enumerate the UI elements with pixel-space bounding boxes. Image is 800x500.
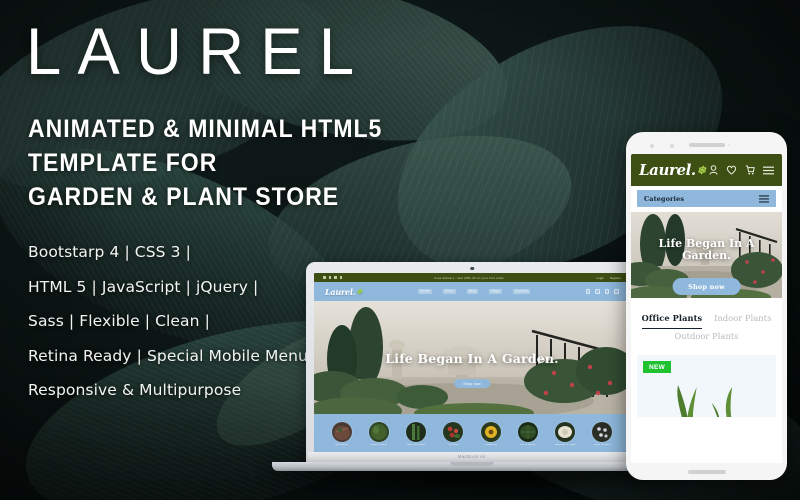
phone-tab-row-1: Office Plants Indoor Plants xyxy=(635,311,778,329)
category-thumbnail xyxy=(443,421,464,442)
tagline: Animated & Minimal HTML5 Template For Ga… xyxy=(28,112,451,214)
laptop-camera-icon xyxy=(470,266,474,270)
category-thumbnail xyxy=(331,421,352,442)
category-item[interactable]: Succulents xyxy=(328,421,355,447)
category-thumbnail xyxy=(368,421,389,442)
category-label: Bamboo & Trees xyxy=(554,444,576,447)
facebook-icon[interactable] xyxy=(323,276,326,279)
laptop-logo-text: Laurel. xyxy=(325,286,356,297)
categories-label: Categories xyxy=(644,194,685,203)
laptop-site-logo[interactable]: Laurel. ❄ xyxy=(325,287,362,297)
tab-outdoor-plants[interactable]: Outdoor Plants xyxy=(674,329,738,345)
laptop-model-label: MacBook Air xyxy=(457,454,487,459)
phone-mockup: Laurel. ❄ Categories Life Began In A Gar… xyxy=(626,132,787,480)
phone-screen: Laurel. ❄ Categories Life Began In A Gar… xyxy=(631,154,782,463)
tagline-line-1: Animated & Minimal HTML5 Template For xyxy=(28,115,383,177)
phone-logo-text: Laurel. xyxy=(639,160,696,179)
laptop-nav-menu[interactable]: Home Shop Blog Page Contact xyxy=(418,288,530,295)
laptop-mockup: Free delivery - Get 20% off on your firs… xyxy=(272,262,672,500)
phone-sensor-icon xyxy=(670,144,674,148)
laptop-social-icons[interactable] xyxy=(323,276,342,279)
laptop-topbar-links[interactable]: Login Register xyxy=(596,276,621,280)
category-item[interactable]: Herb Garden xyxy=(589,421,616,447)
laptop-topbar-note: Free delivery - Get 20% off on your firs… xyxy=(434,275,505,280)
laptop-site-topbar: Free delivery - Get 20% off on your firs… xyxy=(314,273,630,282)
cart-icon[interactable] xyxy=(614,289,619,294)
phone-home-indicator xyxy=(687,470,726,474)
twitter-icon[interactable] xyxy=(328,276,331,279)
phone-tab-row-2: Outdoor Plants xyxy=(635,329,778,345)
category-item[interactable]: Orchids xyxy=(440,421,467,447)
category-label: Succulents xyxy=(334,444,349,447)
status-badge: NEW xyxy=(643,361,672,374)
nav-item-blog[interactable]: Blog xyxy=(466,288,479,295)
laptop-base-notch xyxy=(450,462,494,466)
nav-item-home[interactable]: Home xyxy=(418,288,432,295)
nav-item-page[interactable]: Page xyxy=(489,288,502,295)
instagram-icon[interactable] xyxy=(334,276,337,279)
category-item[interactable]: Cacti Succulent xyxy=(403,421,430,447)
user-icon[interactable] xyxy=(709,165,718,175)
heart-icon[interactable] xyxy=(604,289,610,294)
laptop-shop-now-button[interactable]: Shop now xyxy=(454,379,490,388)
leaf-icon: ❄ xyxy=(356,287,363,296)
phone-led-icon xyxy=(728,144,730,146)
category-thumbnail xyxy=(555,421,576,442)
page-title: LAUREL xyxy=(26,14,371,88)
phone-product-card[interactable]: NEW xyxy=(637,355,776,418)
phone-shop-now-button[interactable]: Shop now xyxy=(672,278,741,295)
nav-item-contact[interactable]: Contact xyxy=(512,288,530,295)
category-item[interactable]: Bamboo & Trees xyxy=(552,421,579,447)
laptop-nav-icons[interactable] xyxy=(585,289,619,294)
category-label: Flowering xyxy=(484,444,497,447)
pinterest-icon[interactable] xyxy=(339,276,342,279)
nav-item-shop[interactable]: Shop xyxy=(442,288,456,295)
category-item[interactable]: Indoor Plants xyxy=(365,421,392,447)
phone-categories-bar[interactable]: Categories xyxy=(637,190,776,207)
category-label: Herb Garden xyxy=(594,444,611,447)
hamburger-icon[interactable] xyxy=(763,166,774,175)
laptop-category-strip: Succulents Indoor Plants Cacti Succulent… xyxy=(314,414,630,454)
leaf-icon: ❄ xyxy=(696,163,706,177)
category-thumbnail xyxy=(517,421,538,442)
category-label: Cacti Succulent xyxy=(406,444,426,447)
phone-header-icons[interactable] xyxy=(709,165,774,175)
hamburger-icon[interactable] xyxy=(759,194,769,203)
register-link[interactable]: Register xyxy=(610,276,621,280)
heart-icon[interactable] xyxy=(726,165,737,175)
user-icon[interactable] xyxy=(595,289,600,294)
phone-hero: Life Began In A Garden. Shop now xyxy=(631,212,782,298)
tab-indoor-plants[interactable]: Indoor Plants xyxy=(714,311,771,329)
phone-site-header: Laurel. ❄ xyxy=(631,154,782,186)
phone-product-tabs: Office Plants Indoor Plants Outdoor Plan… xyxy=(631,298,782,356)
laptop-hero: Life Began In A Garden. Shop now xyxy=(314,301,630,414)
category-thumbnail xyxy=(480,421,501,442)
tagline-line-2: Garden & Plant Store xyxy=(28,183,340,211)
login-link[interactable]: Login xyxy=(596,276,603,280)
phone-hero-title: Life Began In A Garden. xyxy=(639,237,774,263)
phone-speaker xyxy=(688,143,725,147)
laptop-site-navbar: Laurel. ❄ Home Shop Blog Page Contact xyxy=(314,282,630,301)
category-item[interactable]: Flowering xyxy=(477,421,504,447)
category-label: Pot & Seeds xyxy=(520,444,536,447)
cart-icon[interactable] xyxy=(745,165,755,175)
list-item: Bootstarp 4 | CSS 3 | xyxy=(28,243,191,261)
phone-camera-icon xyxy=(650,144,654,148)
laptop-lid: Free delivery - Get 20% off on your firs… xyxy=(306,262,638,470)
category-thumbnail xyxy=(592,421,613,442)
phone-site-logo[interactable]: Laurel. ❄ xyxy=(639,160,706,179)
category-label: Orchids xyxy=(448,444,459,447)
search-icon[interactable] xyxy=(585,289,591,294)
phone-hero-title-line-2: Garden. xyxy=(682,249,731,263)
category-label: Indoor Plants xyxy=(370,444,388,447)
laptop-hero-title: Life Began In A Garden. xyxy=(385,351,559,366)
category-item[interactable]: Pot & Seeds xyxy=(514,421,541,447)
category-thumbnail xyxy=(406,421,427,442)
tab-office-plants[interactable]: Office Plants xyxy=(641,311,703,329)
laptop-screen: Free delivery - Get 20% off on your firs… xyxy=(314,273,630,456)
